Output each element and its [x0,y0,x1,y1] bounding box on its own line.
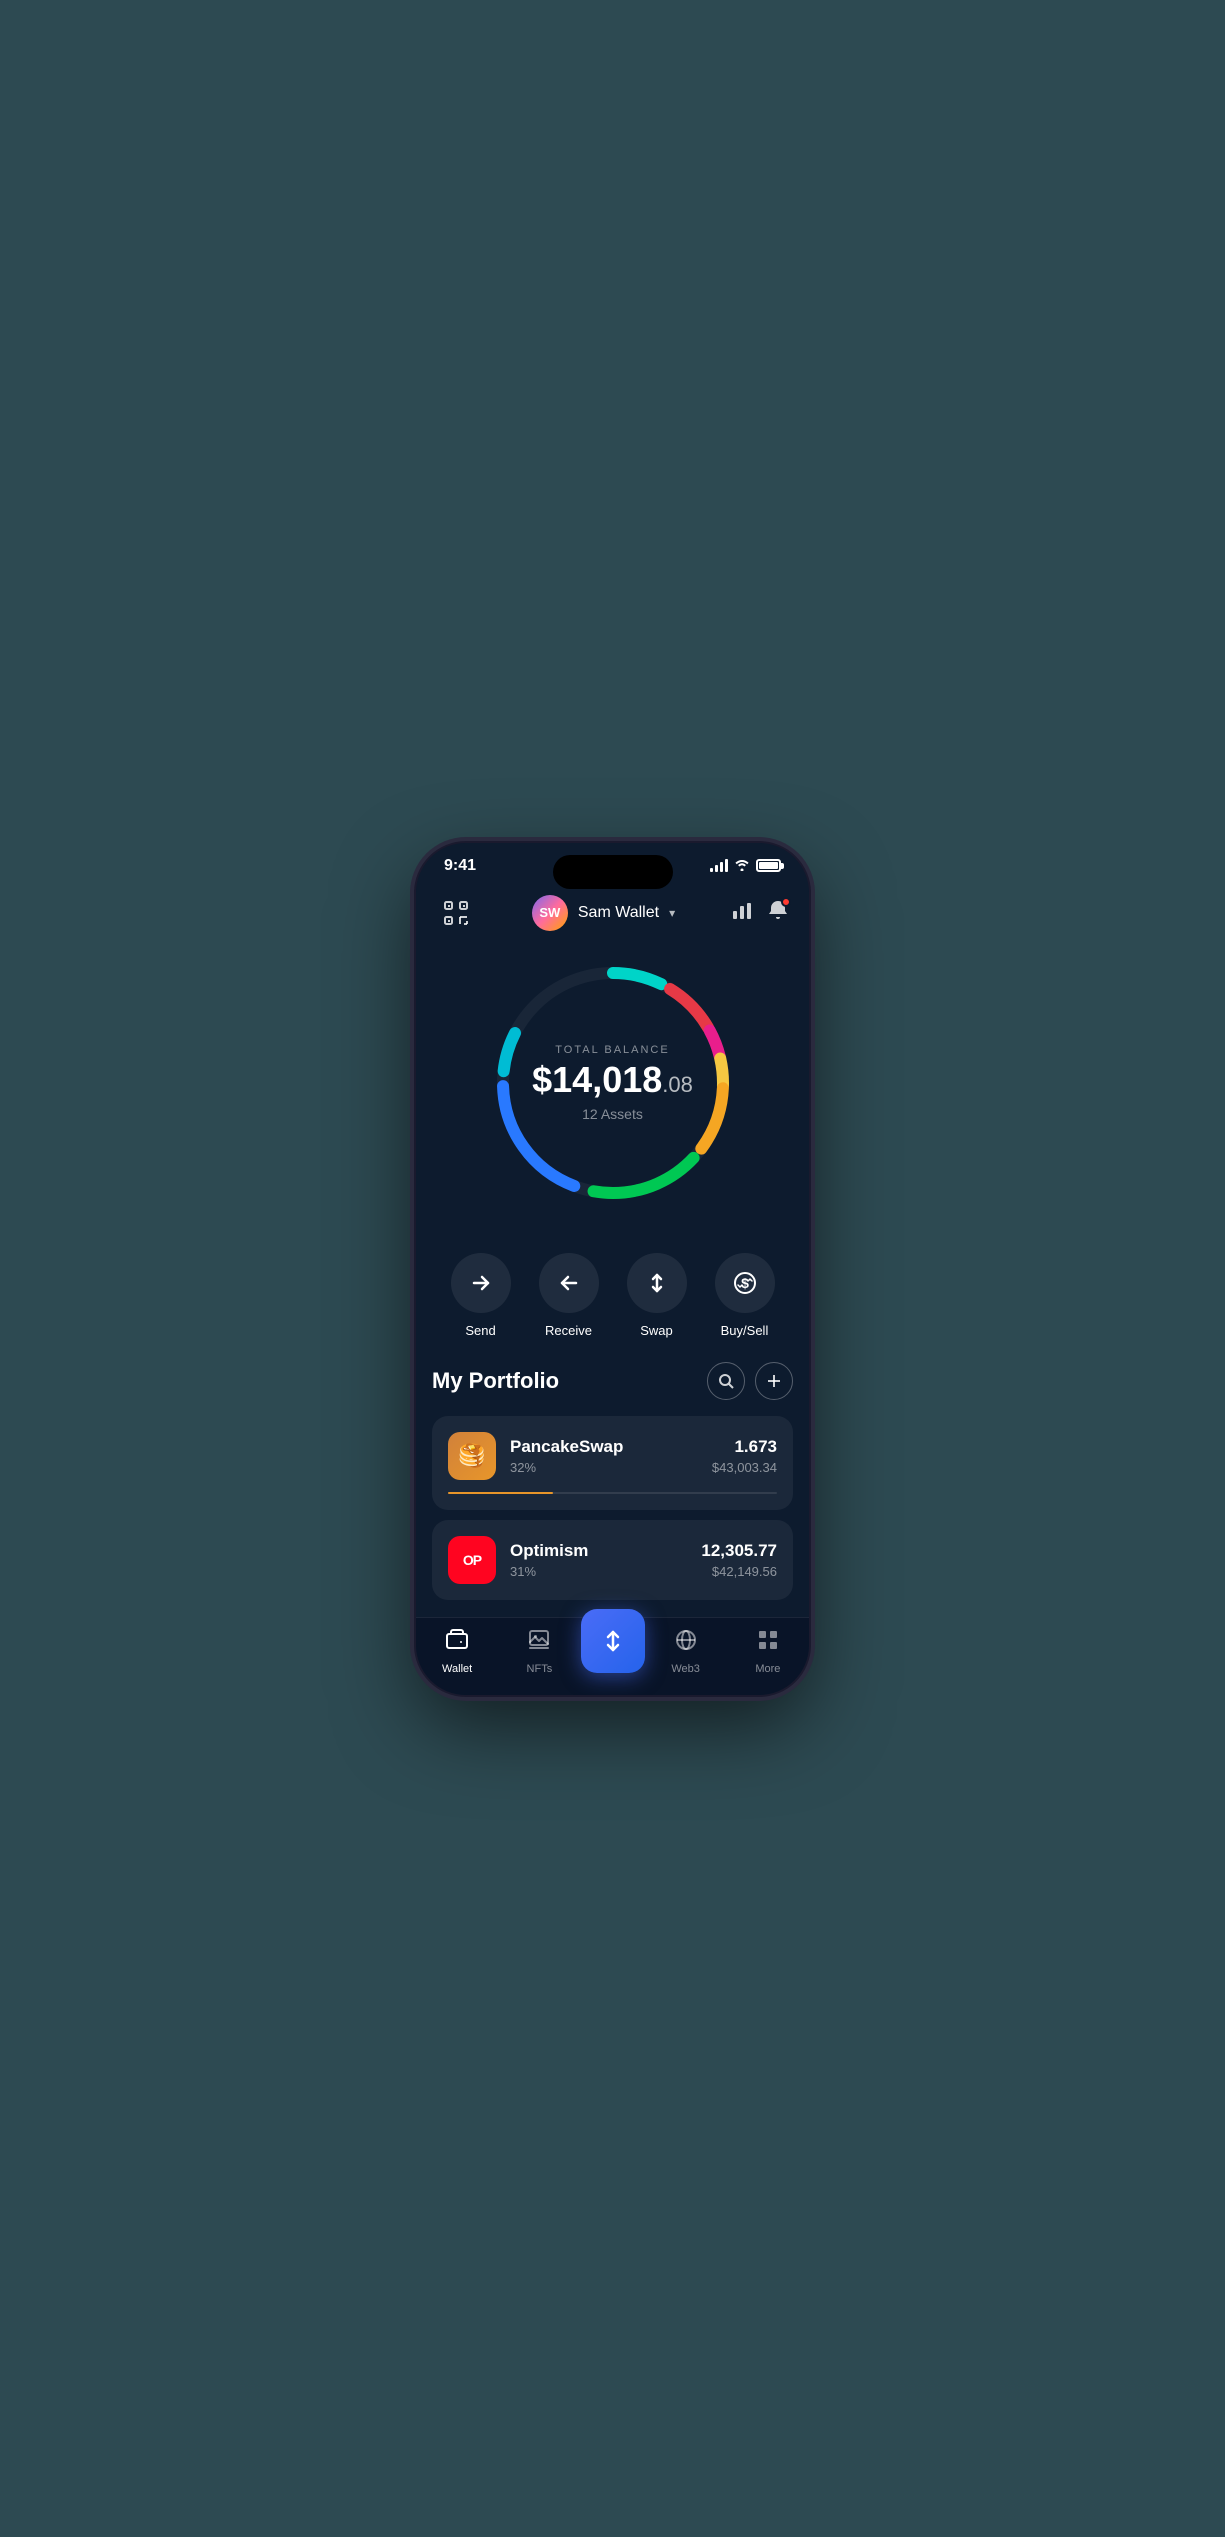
svg-text:$: $ [741,1275,749,1291]
nav-more[interactable]: More [727,1628,809,1675]
header-right-actions [731,899,789,927]
optimism-usd: $42,149.56 [701,1564,777,1579]
nav-center[interactable] [581,1629,645,1673]
send-button[interactable]: Send [451,1253,511,1338]
pancakeswap-name: PancakeSwap [510,1437,698,1457]
optimism-amount: 12,305.77 [701,1541,777,1561]
pancakeswap-row: 🥞 PancakeSwap 32% 1.673 $43,003.34 [448,1432,777,1480]
pancakeswap-amount: 1.673 [712,1437,777,1457]
pancakeswap-progress-fill [448,1492,553,1494]
notification-bell-icon[interactable] [767,899,789,927]
notification-badge [781,897,791,907]
pancakeswap-values: 1.673 $43,003.34 [712,1437,777,1475]
pancakeswap-logo: 🥞 [448,1432,496,1480]
nfts-nav-icon [527,1628,551,1658]
status-icons [710,858,781,874]
portfolio-add-button[interactable] [755,1362,793,1400]
avatar: SW [532,895,568,931]
optimism-values: 12,305.77 $42,149.56 [701,1541,777,1579]
asset-card-optimism[interactable]: OP Optimism 31% 12,305.77 $42,149.56 [432,1520,793,1600]
assets-count: 12 Assets [532,1106,693,1122]
pancakeswap-progress-bar [448,1492,777,1494]
bottom-nav: Wallet NFTs [416,1617,809,1695]
pancakeswap-info: PancakeSwap 32% [510,1437,698,1475]
more-nav-label: More [755,1663,780,1675]
optimism-info: Optimism 31% [510,1541,687,1579]
optimism-name: Optimism [510,1541,687,1561]
wifi-icon [734,858,750,874]
donut-chart: TOTAL BALANCE $14,018.08 12 Assets [483,953,743,1213]
pancakeswap-percent: 32% [510,1460,698,1475]
header: SW Sam Wallet ▾ [416,883,809,943]
optimism-percent: 31% [510,1564,687,1579]
status-time: 9:41 [444,857,476,875]
swap-icon [627,1253,687,1313]
buysell-button[interactable]: $ Buy/Sell [715,1253,775,1338]
signal-bars-icon [710,859,728,872]
web3-nav-icon [674,1628,698,1658]
nav-nfts[interactable]: NFTs [498,1628,580,1675]
portfolio-header-actions [707,1362,793,1400]
portfolio-title: My Portfolio [432,1368,559,1394]
wallet-name-label: Sam Wallet [578,904,659,922]
balance-section: TOTAL BALANCE $14,018.08 12 Assets [416,943,809,1233]
swap-label: Swap [640,1323,673,1338]
wallet-nav-label: Wallet [442,1663,472,1675]
optimism-row: OP Optimism 31% 12,305.77 $42,149.56 [448,1536,777,1584]
receive-icon [539,1253,599,1313]
balance-label: TOTAL BALANCE [532,1044,693,1056]
nfts-nav-label: NFTs [527,1663,553,1675]
swap-button[interactable]: Swap [627,1253,687,1338]
receive-label: Receive [545,1323,592,1338]
phone-screen: 9:41 [416,843,809,1695]
chart-icon[interactable] [731,899,753,927]
wallet-nav-icon [445,1628,469,1658]
nav-wallet[interactable]: Wallet [416,1628,498,1675]
buysell-label: Buy/Sell [721,1323,769,1338]
send-icon [451,1253,511,1313]
nav-web3[interactable]: Web3 [645,1628,727,1675]
asset-card-pancakeswap[interactable]: 🥞 PancakeSwap 32% 1.673 $43,003.34 [432,1416,793,1510]
receive-button[interactable]: Receive [539,1253,599,1338]
portfolio-section: My Portfolio [416,1362,809,1617]
buysell-icon: $ [715,1253,775,1313]
balance-center: TOTAL BALANCE $14,018.08 12 Assets [532,1044,693,1122]
scan-icon[interactable] [436,893,476,933]
dynamic-island [553,855,673,889]
main-scroll: TOTAL BALANCE $14,018.08 12 Assets [416,943,809,1695]
chevron-down-icon: ▾ [669,906,675,920]
action-buttons: Send Receive [416,1233,809,1362]
optimism-logo: OP [448,1536,496,1584]
wallet-selector[interactable]: SW Sam Wallet ▾ [532,895,675,931]
balance-amount: $14,018.08 [532,1062,693,1098]
portfolio-search-button[interactable] [707,1362,745,1400]
web3-nav-label: Web3 [671,1663,700,1675]
more-nav-icon [756,1628,780,1658]
phone-frame: 9:41 [416,843,809,1695]
center-action-button[interactable] [581,1609,645,1673]
send-label: Send [465,1323,495,1338]
battery-icon [756,859,781,872]
pancakeswap-usd: $43,003.34 [712,1460,777,1475]
portfolio-header: My Portfolio [432,1362,793,1400]
